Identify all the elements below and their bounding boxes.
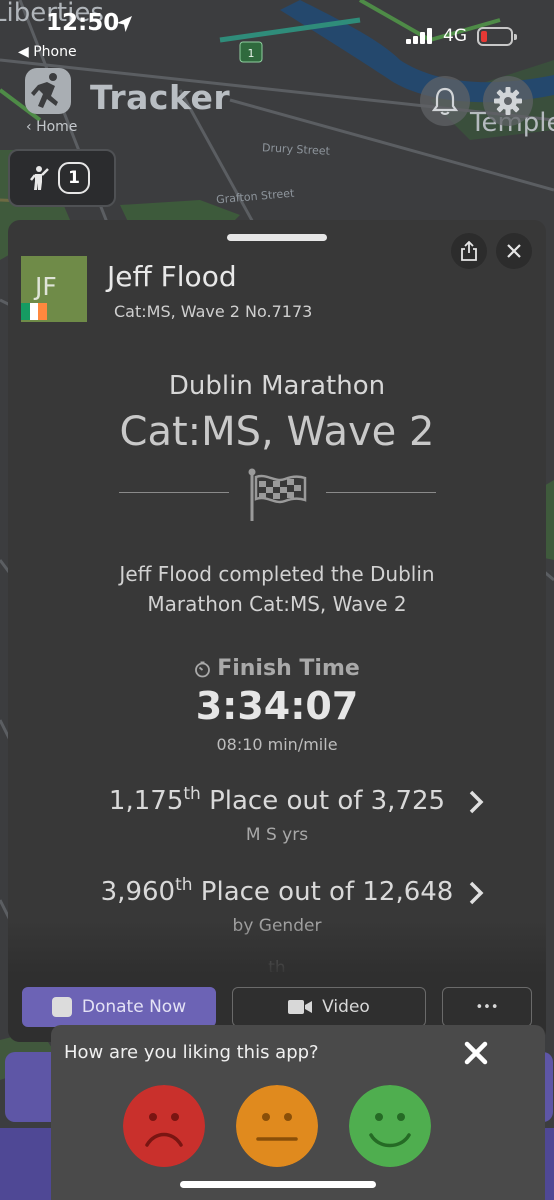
rating-question: How are you liking this app? (64, 1042, 319, 1063)
donate-now-button[interactable]: Donate Now (22, 987, 216, 1027)
donate-now-label: Donate Now (81, 997, 187, 1017)
chevron-right-icon[interactable] (468, 790, 484, 814)
home-link-label: Home (36, 119, 78, 135)
divider-left (119, 492, 229, 493)
status-time: 12:50 (46, 10, 120, 36)
completion-message: Jeff Flood completed the Dublin Marathon… (8, 559, 546, 619)
category-place-text: Place out of 3,725 (200, 786, 446, 816)
status-bar: 12:50 ◀ Phone 4G (0, 0, 554, 64)
home-indicator[interactable] (180, 1181, 376, 1188)
category-place-row[interactable]: 1,175th Place out of 3,725 (8, 784, 546, 816)
completion-line-1: Jeff Flood completed the Dublin (119, 562, 435, 586)
sad-face-icon[interactable] (123, 1085, 205, 1167)
rating-prompt: How are you liking this app? (51, 1025, 545, 1200)
close-icon[interactable] (462, 1039, 490, 1067)
chevron-right-icon[interactable] (468, 881, 484, 905)
donate-icon (51, 997, 72, 1017)
category-place-suffix: th (183, 784, 201, 804)
more-dots-icon: ••• (475, 999, 499, 1015)
tracked-athletes-button[interactable]: 1 (8, 149, 116, 207)
tracked-count-badge: 1 (58, 162, 90, 194)
close-icon (507, 244, 521, 258)
close-sheet-button[interactable] (496, 233, 532, 269)
network-type: 4G (443, 26, 467, 46)
back-to-phone-link[interactable]: ◀ Phone (18, 44, 77, 60)
wave-name: Cat:MS, Wave 2 (119, 409, 435, 455)
checkered-flag-icon (248, 468, 307, 521)
video-camera-icon (288, 1000, 313, 1014)
event-name: Dublin Marathon (168, 371, 386, 401)
share-icon (461, 241, 477, 261)
share-button[interactable] (451, 233, 487, 269)
happy-face-icon[interactable] (349, 1085, 431, 1167)
neutral-face-icon[interactable] (236, 1085, 318, 1167)
finish-time-value: 3:34:07 (195, 684, 359, 728)
gear-icon (494, 87, 522, 115)
athlete-avatar: JF (21, 256, 87, 322)
sheet-drag-handle[interactable] (227, 234, 327, 241)
video-label: Video (322, 997, 370, 1017)
athlete-name: Jeff Flood (107, 260, 237, 293)
stopwatch-icon (195, 661, 211, 678)
category-place-subtitle: M S yrs (245, 825, 309, 845)
signal-icon (406, 28, 432, 44)
avatar-initials: JF (35, 272, 57, 301)
gender-place-text: Place out of 12,648 (192, 877, 454, 907)
category-place-rank: 1,175 (108, 786, 184, 816)
pace-value: 08:10 min/mile (216, 735, 338, 754)
scroll-fade (8, 920, 546, 980)
video-button[interactable]: Video (232, 987, 426, 1027)
location-arrow-icon (117, 16, 132, 32)
athlete-category-number: Cat:MS, Wave 2 No.7173 (114, 302, 313, 321)
finish-time-label: Finish Time (217, 656, 360, 681)
settings-button[interactable] (483, 76, 533, 126)
notifications-button[interactable] (420, 76, 470, 126)
battery-icon (477, 27, 517, 46)
more-options-button[interactable]: ••• (442, 987, 532, 1027)
gender-place-suffix: th (175, 875, 193, 895)
completion-line-2: Marathon Cat:MS, Wave 2 (147, 592, 407, 616)
app-title: Tracker (90, 78, 231, 117)
bell-icon (432, 87, 458, 115)
runner-wave-icon (30, 166, 49, 190)
app-logo-icon (25, 68, 71, 114)
ireland-flag-icon (21, 303, 48, 320)
home-link[interactable]: ‹ Home (26, 119, 77, 135)
athlete-result-sheet: JF Jeff Flood Cat:MS, Wave 2 No.7173 Dub… (8, 220, 546, 1042)
finish-time-heading: Finish Time (8, 656, 546, 681)
divider-right (326, 492, 436, 493)
gender-place-rank: 3,960 (100, 877, 176, 907)
gender-place-row[interactable]: 3,960th Place out of 12,648 (8, 875, 546, 907)
chevron-left-icon: ‹ (26, 119, 37, 135)
